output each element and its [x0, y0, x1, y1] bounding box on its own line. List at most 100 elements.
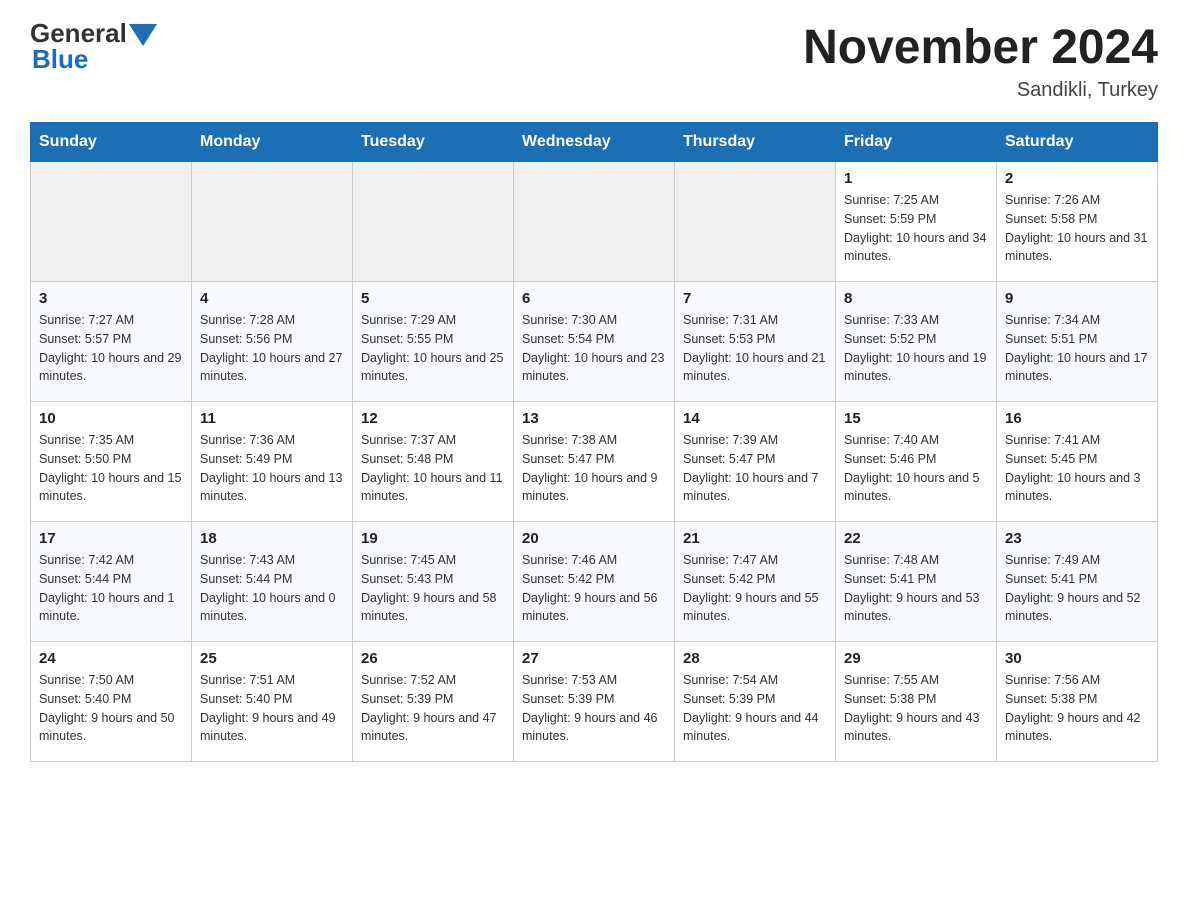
header-tuesday: Tuesday [353, 123, 514, 162]
calendar-cell: 19 Sunrise: 7:45 AMSunset: 5:43 PMDayligh… [353, 522, 514, 642]
day-number: 7 [683, 290, 827, 307]
day-number: 19 [361, 530, 505, 547]
day-info: Sunrise: 7:50 AMSunset: 5:40 PMDaylight:… [39, 671, 183, 746]
day-info: Sunrise: 7:46 AMSunset: 5:42 PMDaylight:… [522, 551, 666, 626]
logo: General Blue [30, 20, 157, 72]
day-number: 6 [522, 290, 666, 307]
day-info: Sunrise: 7:48 AMSunset: 5:41 PMDaylight:… [844, 551, 988, 626]
calendar-cell: 30 Sunrise: 7:56 AMSunset: 5:38 PMDayligh… [997, 642, 1158, 762]
calendar-cell: 28 Sunrise: 7:54 AMSunset: 5:39 PMDayligh… [675, 642, 836, 762]
day-info: Sunrise: 7:42 AMSunset: 5:44 PMDaylight:… [39, 551, 183, 626]
day-info: Sunrise: 7:43 AMSunset: 5:44 PMDaylight:… [200, 551, 344, 626]
calendar-cell: 20 Sunrise: 7:46 AMSunset: 5:42 PMDayligh… [514, 522, 675, 642]
logo-general-text: General [30, 20, 127, 46]
calendar-cell: 24 Sunrise: 7:50 AMSunset: 5:40 PMDayligh… [31, 642, 192, 762]
calendar-cell: 25 Sunrise: 7:51 AMSunset: 5:40 PMDayligh… [192, 642, 353, 762]
calendar-cell: 9Sunrise: 7:34 AMSunset: 5:51 PMDaylight… [997, 282, 1158, 402]
header-saturday: Saturday [997, 123, 1158, 162]
calendar-cell: 29 Sunrise: 7:55 AMSunset: 5:38 PMDayligh… [836, 642, 997, 762]
logo-triangle-icon [129, 24, 157, 46]
day-info: Sunrise: 7:31 AMSunset: 5:53 PMDaylight:… [683, 311, 827, 386]
day-number: 29 [844, 650, 988, 667]
day-info: Sunrise: 7:52 AMSunset: 5:39 PMDaylight:… [361, 671, 505, 746]
day-info: Sunrise: 7:41 AMSunset: 5:45 PMDaylight:… [1005, 431, 1149, 506]
day-info: Sunrise: 7:30 AMSunset: 5:54 PMDaylight:… [522, 311, 666, 386]
day-number: 5 [361, 290, 505, 307]
day-info: Sunrise: 7:45 AMSunset: 5:43 PMDaylight:… [361, 551, 505, 626]
calendar-cell: 21 Sunrise: 7:47 AMSunset: 5:42 PMDayligh… [675, 522, 836, 642]
day-number: 16 [1005, 410, 1149, 427]
calendar-cell [31, 162, 192, 282]
day-number: 8 [844, 290, 988, 307]
day-number: 17 [39, 530, 183, 547]
day-info: Sunrise: 7:26 AMSunset: 5:58 PMDaylight:… [1005, 191, 1149, 266]
calendar-cell: 17 Sunrise: 7:42 AMSunset: 5:44 PMDayligh… [31, 522, 192, 642]
day-number: 3 [39, 290, 183, 307]
day-info: Sunrise: 7:49 AMSunset: 5:41 PMDaylight:… [1005, 551, 1149, 626]
day-info: Sunrise: 7:55 AMSunset: 5:38 PMDaylight:… [844, 671, 988, 746]
day-number: 13 [522, 410, 666, 427]
day-number: 21 [683, 530, 827, 547]
calendar-cell: 23Sunrise: 7:49 AMSunset: 5:41 PMDayligh… [997, 522, 1158, 642]
calendar-week-5: 24 Sunrise: 7:50 AMSunset: 5:40 PMDayligh… [31, 642, 1158, 762]
day-info: Sunrise: 7:56 AMSunset: 5:38 PMDaylight:… [1005, 671, 1149, 746]
day-info: Sunrise: 7:27 AMSunset: 5:57 PMDaylight:… [39, 311, 183, 386]
day-number: 4 [200, 290, 344, 307]
calendar-cell [192, 162, 353, 282]
day-info: Sunrise: 7:33 AMSunset: 5:52 PMDaylight:… [844, 311, 988, 386]
page-header: General Blue November 2024 Sandikli, Tur… [30, 20, 1158, 102]
day-info: Sunrise: 7:35 AMSunset: 5:50 PMDaylight:… [39, 431, 183, 506]
day-info: Sunrise: 7:25 AMSunset: 5:59 PMDaylight:… [844, 191, 988, 266]
header-sunday: Sunday [31, 123, 192, 162]
day-info: Sunrise: 7:29 AMSunset: 5:55 PMDaylight:… [361, 311, 505, 386]
day-number: 9 [1005, 290, 1149, 307]
calendar-cell: 11 Sunrise: 7:36 AMSunset: 5:49 PMDayligh… [192, 402, 353, 522]
day-number: 18 [200, 530, 344, 547]
day-number: 25 [200, 650, 344, 667]
day-number: 15 [844, 410, 988, 427]
calendar-cell: 14 Sunrise: 7:39 AMSunset: 5:47 PMDayligh… [675, 402, 836, 522]
day-info: Sunrise: 7:28 AMSunset: 5:56 PMDaylight:… [200, 311, 344, 386]
calendar-cell: 8 Sunrise: 7:33 AMSunset: 5:52 PMDaylight… [836, 282, 997, 402]
calendar-cell [675, 162, 836, 282]
calendar-cell: 4 Sunrise: 7:28 AMSunset: 5:56 PMDaylight… [192, 282, 353, 402]
month-title: November 2024 [803, 20, 1158, 75]
day-number: 20 [522, 530, 666, 547]
day-number: 24 [39, 650, 183, 667]
calendar-cell: 2Sunrise: 7:26 AMSunset: 5:58 PMDaylight… [997, 162, 1158, 282]
day-number: 26 [361, 650, 505, 667]
calendar-cell: 27Sunrise: 7:53 AMSunset: 5:39 PMDayligh… [514, 642, 675, 762]
header-wednesday: Wednesday [514, 123, 675, 162]
day-number: 1 [844, 170, 988, 187]
day-number: 14 [683, 410, 827, 427]
calendar-cell: 12 Sunrise: 7:37 AMSunset: 5:48 PMDayligh… [353, 402, 514, 522]
day-info: Sunrise: 7:53 AMSunset: 5:39 PMDaylight:… [522, 671, 666, 746]
calendar-cell: 7 Sunrise: 7:31 AMSunset: 5:53 PMDaylight… [675, 282, 836, 402]
calendar-week-4: 17 Sunrise: 7:42 AMSunset: 5:44 PMDayligh… [31, 522, 1158, 642]
day-number: 28 [683, 650, 827, 667]
day-number: 30 [1005, 650, 1149, 667]
day-info: Sunrise: 7:39 AMSunset: 5:47 PMDaylight:… [683, 431, 827, 506]
day-info: Sunrise: 7:37 AMSunset: 5:48 PMDaylight:… [361, 431, 505, 506]
day-info: Sunrise: 7:51 AMSunset: 5:40 PMDaylight:… [200, 671, 344, 746]
calendar-cell: 22 Sunrise: 7:48 AMSunset: 5:41 PMDayligh… [836, 522, 997, 642]
day-number: 11 [200, 410, 344, 427]
calendar-cell: 5 Sunrise: 7:29 AMSunset: 5:55 PMDaylight… [353, 282, 514, 402]
day-number: 10 [39, 410, 183, 427]
calendar-week-1: 1 Sunrise: 7:25 AMSunset: 5:59 PMDaylight… [31, 162, 1158, 282]
day-info: Sunrise: 7:47 AMSunset: 5:42 PMDaylight:… [683, 551, 827, 626]
calendar-cell: 13Sunrise: 7:38 AMSunset: 5:47 PMDayligh… [514, 402, 675, 522]
day-info: Sunrise: 7:54 AMSunset: 5:39 PMDaylight:… [683, 671, 827, 746]
day-number: 22 [844, 530, 988, 547]
calendar-cell: 1 Sunrise: 7:25 AMSunset: 5:59 PMDaylight… [836, 162, 997, 282]
day-number: 12 [361, 410, 505, 427]
title-block: November 2024 Sandikli, Turkey [803, 20, 1158, 102]
header-friday: Friday [836, 123, 997, 162]
day-info: Sunrise: 7:36 AMSunset: 5:49 PMDaylight:… [200, 431, 344, 506]
day-info: Sunrise: 7:40 AMSunset: 5:46 PMDaylight:… [844, 431, 988, 506]
location-text: Sandikli, Turkey [803, 79, 1158, 102]
calendar-table: SundayMondayTuesdayWednesdayThursdayFrid… [30, 122, 1158, 762]
calendar-cell: 10 Sunrise: 7:35 AMSunset: 5:50 PMDayligh… [31, 402, 192, 522]
calendar-week-3: 10 Sunrise: 7:35 AMSunset: 5:50 PMDayligh… [31, 402, 1158, 522]
header-thursday: Thursday [675, 123, 836, 162]
